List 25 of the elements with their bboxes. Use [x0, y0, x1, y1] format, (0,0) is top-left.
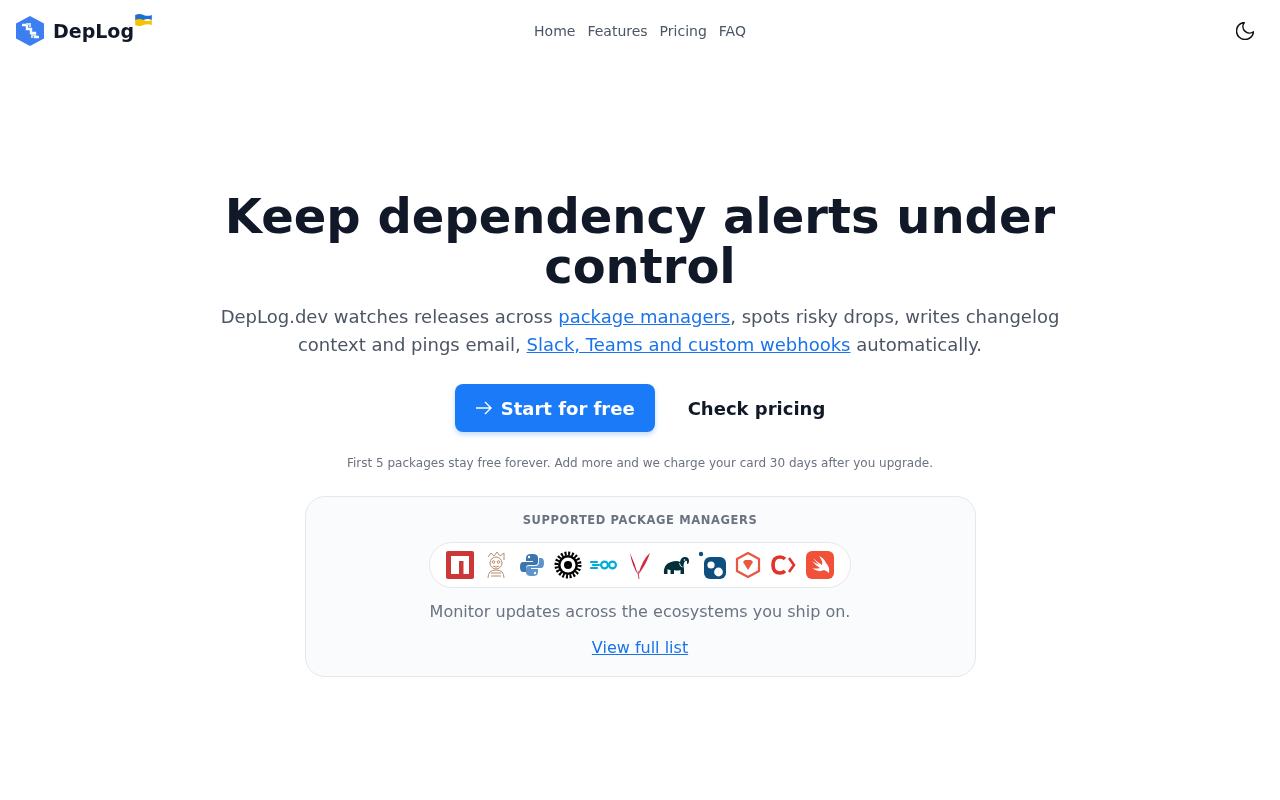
start-button[interactable]: Start for free: [454, 384, 655, 432]
inline-link[interactable]: package managers: [558, 306, 731, 327]
logo-icon: [16, 16, 44, 46]
logo-text: DepLog: [53, 21, 135, 41]
pricing-note: First 5 packages stay free forever. Add more and we charge your card 30 days after you upgrade.: [346, 455, 934, 472]
pricing-button[interactable]: Check pricing: [687, 384, 826, 432]
managers-caption: Monitor updates across the ecosystems you ship on.: [429, 601, 851, 623]
bird-icon: [806, 551, 834, 579]
dots-icon: [698, 551, 726, 579]
gear-icon: [554, 551, 582, 579]
inline-link[interactable]: Slack, Teams and custom webhooks: [526, 334, 851, 355]
nav-link[interactable]: Features: [587, 23, 648, 39]
arrow-icon: [474, 401, 493, 415]
square-logo-icon: [446, 551, 474, 579]
hero-description: DepLog.dev watches releases across package managers, spots risky drops, writes changelog context and pings email, Slack, Teams and custom webhooks automatically.: [219, 305, 1061, 357]
gem-icon: [734, 551, 762, 579]
nav-link[interactable]: Pricing: [659, 23, 707, 39]
snakes-icon: [518, 551, 546, 579]
hero-title: Keep dependency alerts under control: [223, 191, 1057, 291]
section-heading: SUPPORTED PACKAGE MANAGERS: [522, 512, 758, 528]
nav-link[interactable]: Home: [534, 23, 576, 39]
moon-icon[interactable]: [1236, 22, 1254, 40]
nav-link[interactable]: FAQ: [718, 23, 746, 39]
flag-icon: [135, 14, 153, 26]
full-list-link[interactable]: View full list: [591, 636, 689, 660]
